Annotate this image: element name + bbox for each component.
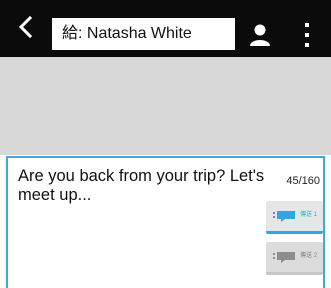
recipient-field[interactable]: 給: Natasha White xyxy=(52,18,235,50)
back-arrow-icon xyxy=(18,15,33,39)
person-icon xyxy=(250,24,270,46)
back-button[interactable] xyxy=(14,14,40,40)
send-sim2-button[interactable]: 傳送 2 xyxy=(266,242,323,275)
send-message-icon xyxy=(273,252,295,263)
overflow-menu-button[interactable] xyxy=(300,20,314,50)
send-sim1-button[interactable]: 傳送 1 xyxy=(266,201,323,234)
send-sim1-label: 傳送 1 xyxy=(300,212,318,218)
message-input[interactable]: Are you back from your trip? Let's meet … xyxy=(18,167,268,205)
compose-panel: Are you back from your trip? Let's meet … xyxy=(0,155,331,288)
character-counter: 45/160 xyxy=(286,175,320,187)
action-bar: 給: Natasha White xyxy=(0,0,331,57)
contact-picker-button[interactable] xyxy=(246,21,274,49)
send-message-icon xyxy=(273,211,295,222)
more-vertical-icon xyxy=(305,23,309,47)
recipient-value: 給: Natasha White xyxy=(62,25,192,42)
conversation-area xyxy=(0,57,331,155)
send-sim2-label: 傳送 2 xyxy=(300,253,318,259)
